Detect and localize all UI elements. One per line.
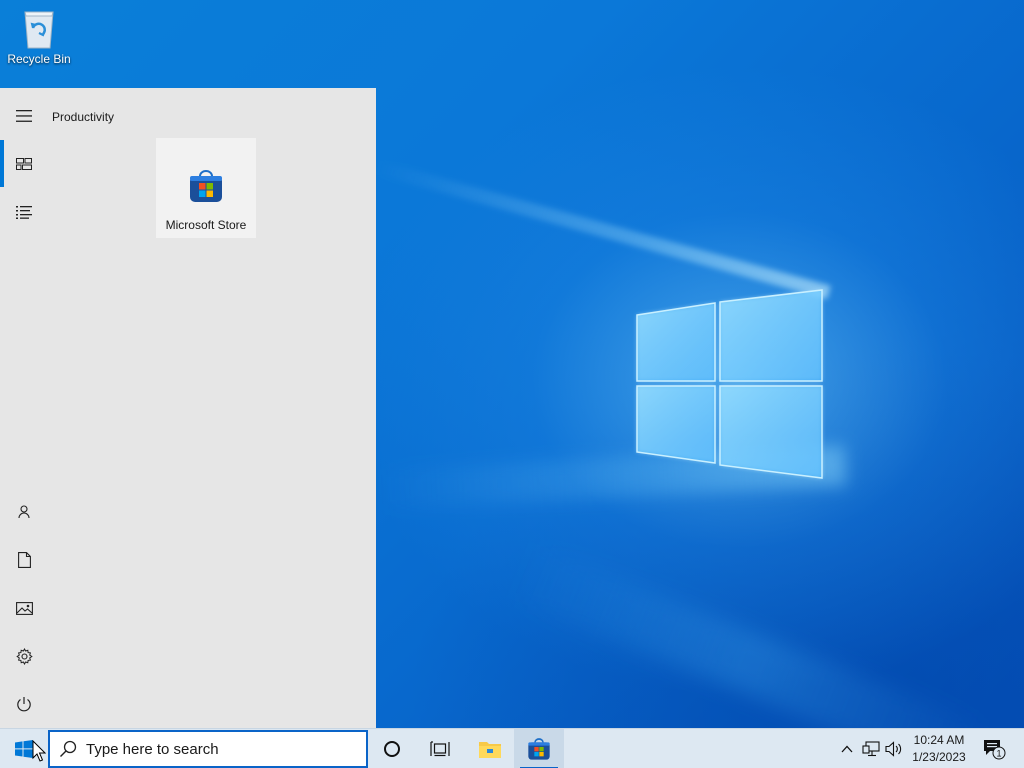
cortana-icon [384,741,400,757]
desktop-icon-recycle-bin[interactable]: Recycle Bin [4,6,74,76]
taskbar-app-file-explorer[interactable] [466,729,514,768]
task-view-button[interactable] [416,729,464,768]
mouse-cursor-icon [32,740,46,762]
network-button[interactable] [860,729,882,768]
all-apps-list-icon [16,206,32,219]
user-icon [18,505,30,519]
power-icon [17,697,31,712]
clock-time: 10:24 AM [913,733,965,747]
search-placeholder: Type here to search [86,740,219,758]
settings-icon [15,647,33,665]
documents-icon [17,552,31,568]
file-explorer-icon [479,742,501,758]
pictures-button[interactable] [0,584,48,632]
search-icon [50,732,86,766]
clock-date: 1/23/2023 [912,750,966,764]
taskbar-search-box[interactable]: Type here to search [48,730,368,768]
light-beam [508,542,995,728]
windows-start-icon [15,740,33,758]
tiles-view-button[interactable] [0,140,48,188]
user-account-button[interactable] [0,488,48,536]
cortana-button[interactable] [370,729,414,768]
microsoft-store-icon [190,170,222,202]
power-button[interactable] [0,680,48,728]
start-menu-rail [0,88,48,728]
recycle-bin-icon [24,11,54,49]
windows-logo-wallpaper [636,289,823,479]
pictures-icon [15,601,33,615]
tiles-view-icon [16,158,32,170]
action-center-button[interactable]: 1 [976,729,1012,768]
tile-label: Microsoft Store [165,218,247,232]
volume-icon [885,741,902,757]
tile-group-title[interactable]: Productivity [52,110,114,124]
settings-button[interactable] [0,632,48,680]
taskbar: Type here to search 10:24 AM 1/23/2023 1 [0,728,1024,768]
start-menu: Productivity Microsoft Store [0,88,376,728]
volume-button[interactable] [883,729,905,768]
taskbar-clock[interactable]: 10:24 AM 1/23/2023 [906,732,972,768]
notification-count: 1 [996,749,1001,759]
notifications-icon: 1 [984,740,1006,760]
all-apps-button[interactable] [0,188,48,236]
documents-button[interactable] [0,536,48,584]
network-icon [862,741,880,757]
light-beam [374,160,831,300]
taskbar-app-microsoft-store[interactable] [514,729,564,768]
tile-microsoft-store[interactable]: Microsoft Store [156,138,256,238]
recycle-bin-label: Recycle Bin [7,52,71,66]
expand-menu-button[interactable] [0,92,48,140]
show-hidden-icons-button[interactable] [836,729,858,768]
microsoft-store-icon [528,738,550,760]
chevron-up-icon [841,745,853,753]
task-view-icon [430,741,450,757]
hamburger-menu-icon [16,110,32,122]
